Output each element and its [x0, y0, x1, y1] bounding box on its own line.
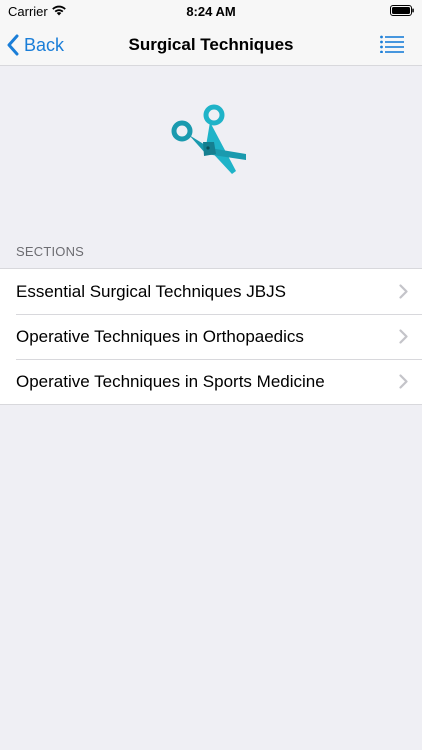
sections-list: Essential Surgical Techniques JBJS Opera…	[0, 268, 422, 405]
list-item-label: Operative Techniques in Orthopaedics	[16, 326, 304, 346]
hero-area	[0, 66, 422, 236]
section-header: SECTIONS	[16, 244, 85, 259]
scissors-icon	[171, 104, 246, 174]
status-bar: Carrier 8:24 AM	[0, 0, 422, 24]
status-time: 8:24 AM	[186, 4, 236, 19]
chevron-right-icon	[399, 329, 408, 344]
navigation-bar: Back Surgical Techniques	[0, 24, 422, 66]
list-item[interactable]: Operative Techniques in Orthopaedics	[0, 314, 422, 359]
chevron-right-icon	[399, 374, 408, 389]
list-menu-icon[interactable]	[380, 35, 404, 53]
battery-icon	[390, 5, 414, 16]
list-item[interactable]: Essential Surgical Techniques JBJS	[0, 269, 422, 314]
screen: Carrier 8:24 AM Back Surgical Techniques	[0, 0, 422, 750]
list-item-label: Operative Techniques in Sports Medicine	[16, 371, 325, 391]
page-title: Surgical Techniques	[128, 35, 294, 54]
list-item-label: Essential Surgical Techniques JBJS	[16, 281, 286, 301]
list-item[interactable]: Operative Techniques in Sports Medicine	[0, 359, 422, 404]
chevron-right-icon	[399, 284, 408, 299]
